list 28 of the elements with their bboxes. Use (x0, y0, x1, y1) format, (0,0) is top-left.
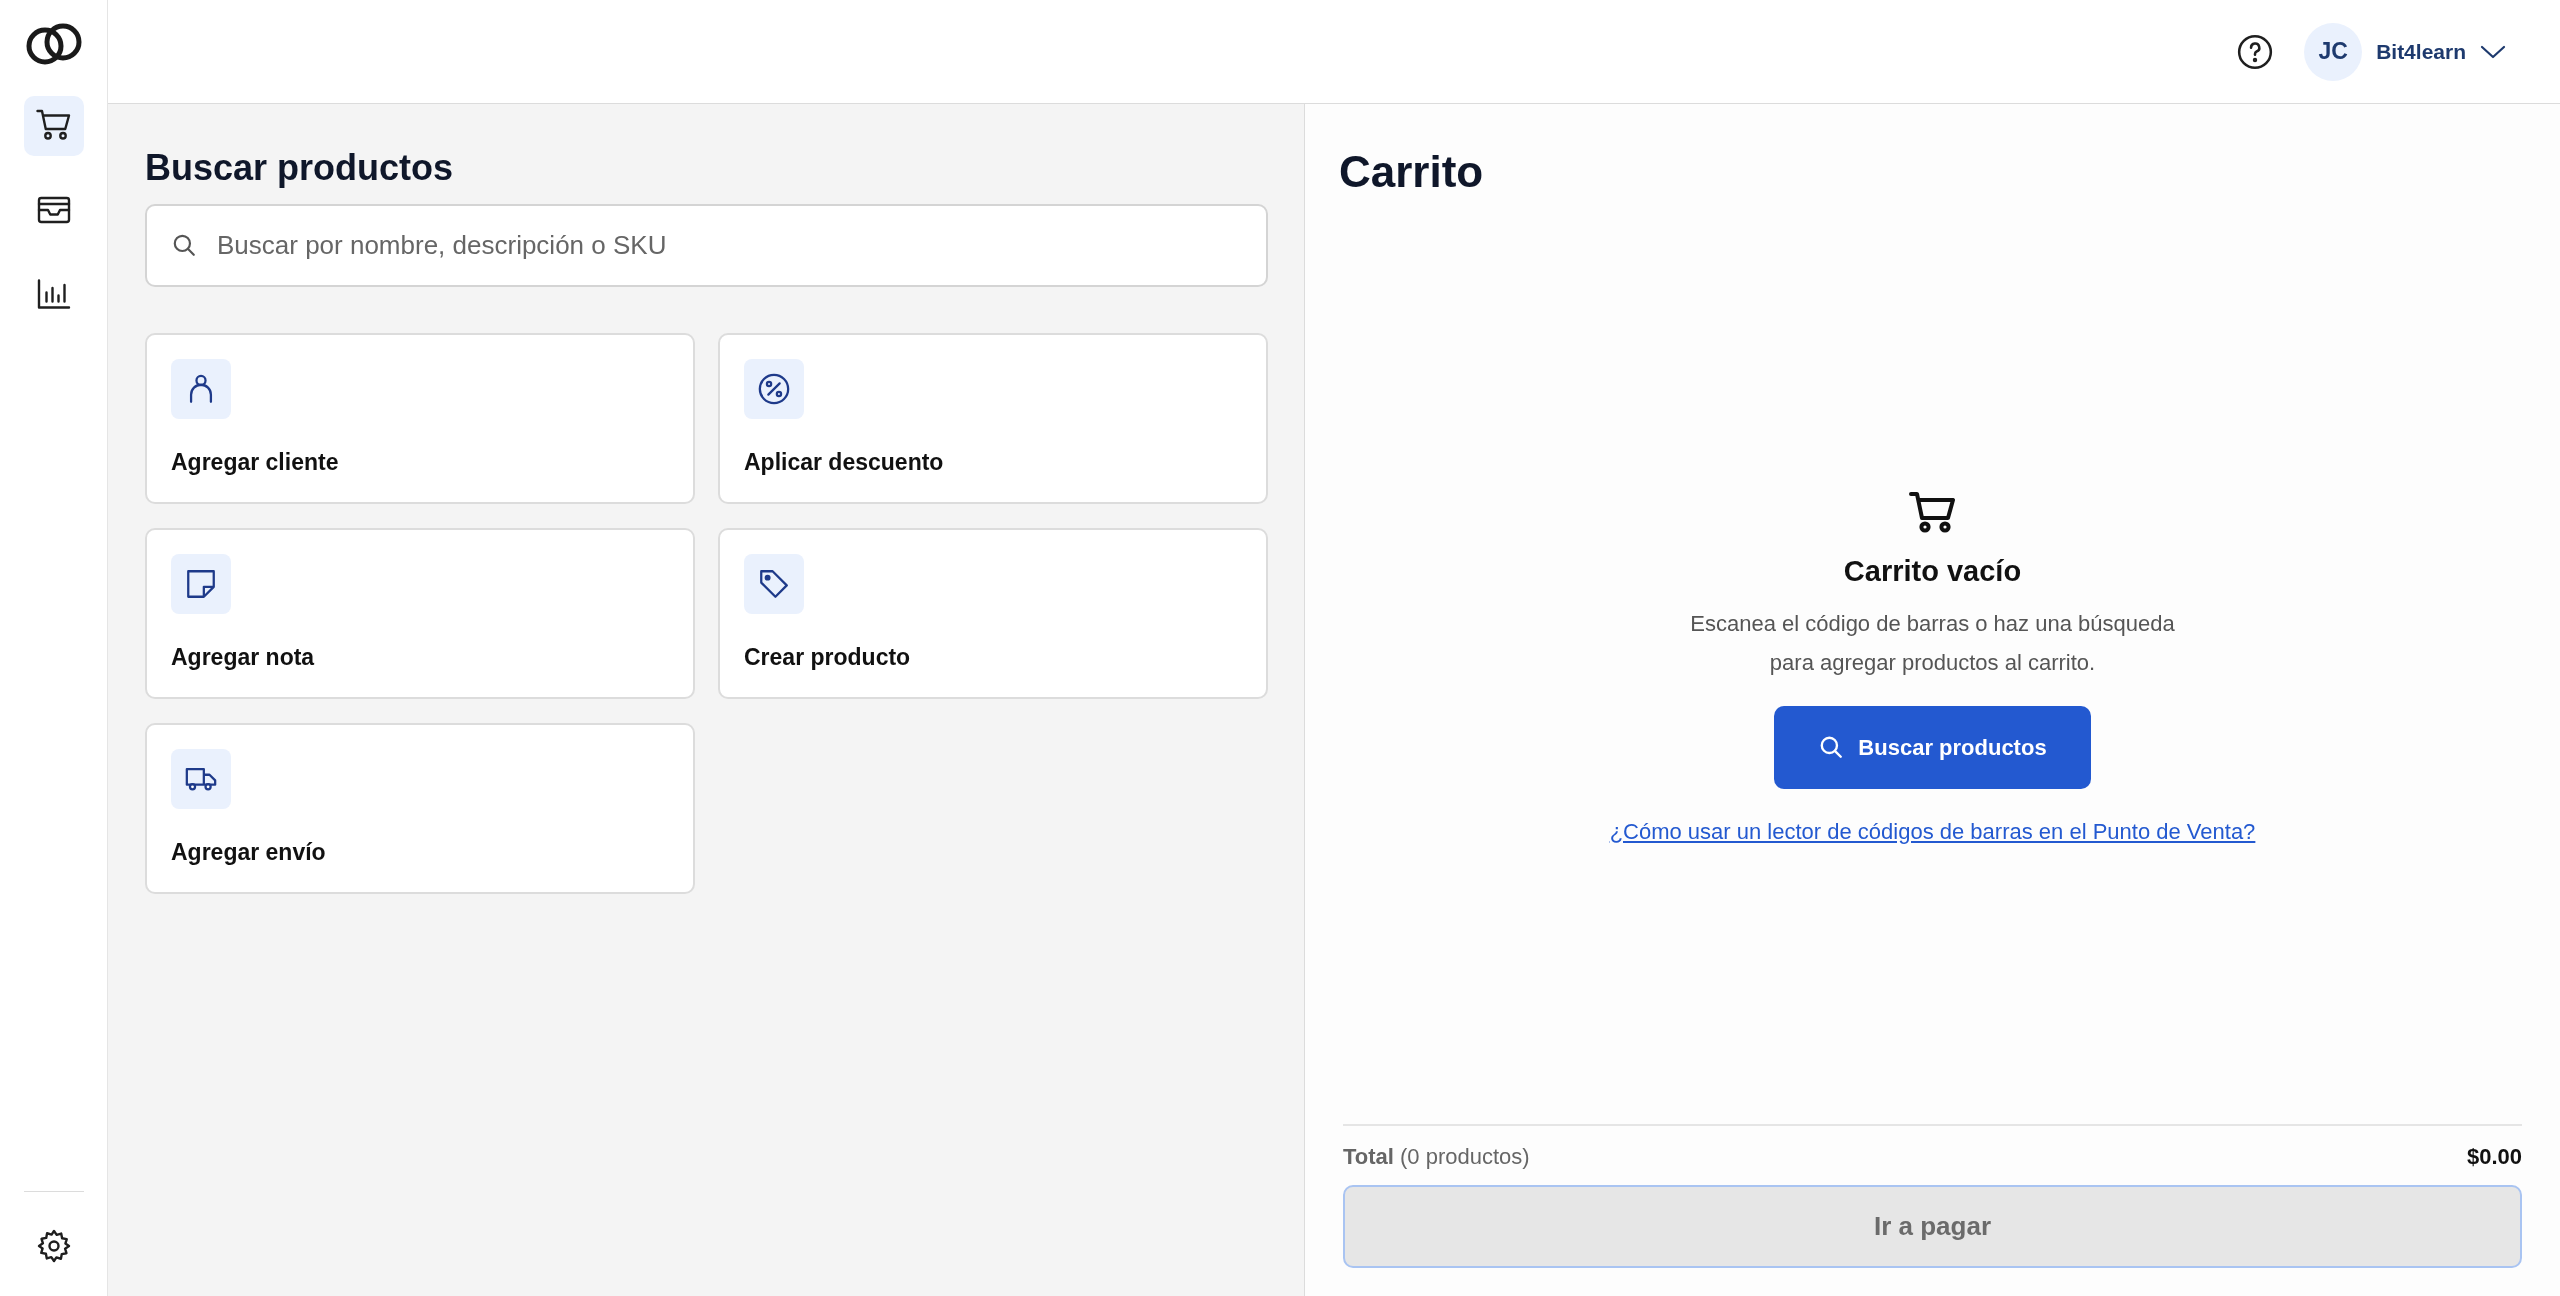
note-icon (184, 567, 218, 601)
total-value: $0.00 (2466, 1143, 2522, 1171)
empty-state-text: para agregar productos al carrito. (1769, 648, 2096, 677)
search-icon (1818, 734, 1845, 760)
bar-chart-icon (35, 276, 72, 312)
action-card[interactable]: Aplicar descuento (718, 333, 1268, 504)
settings-icon (35, 1228, 72, 1264)
total-label: Total (0 productos) (1343, 1143, 1530, 1171)
search-icon (171, 232, 197, 258)
percent-icon (757, 372, 791, 406)
help-icon[interactable] (2236, 32, 2275, 71)
search-field[interactable]: Buscar por nombre, descripción o SKU (145, 204, 1268, 287)
action-card[interactable]: Agregar cliente (145, 333, 695, 504)
cart-icon (1908, 490, 1957, 534)
action-card[interactable]: Crear producto (718, 528, 1268, 699)
empty-state-text: Escanea el código de barras o haz una búsqueda (1690, 609, 2175, 638)
sidebar-nav-button[interactable] (23, 96, 84, 156)
account-name[interactable]: Bit4learn (2376, 35, 2466, 68)
panel-title: Buscar productos (145, 146, 455, 190)
help-link[interactable]: ¿Cómo usar un lector de códigos de barras en el Punto de Venta? (1609, 814, 2256, 848)
user-avatar[interactable]: JC (2304, 22, 2363, 81)
empty-state-title: Carrito vacío (1843, 554, 2022, 589)
search-products-button[interactable]: Buscar productos (1774, 705, 2091, 789)
panel-title: Carrito (1339, 146, 1485, 198)
action-card[interactable]: Agregar envío (145, 723, 695, 894)
tag-icon (757, 567, 791, 601)
chevron-down-icon[interactable] (2480, 43, 2506, 60)
action-card[interactable]: Agregar nota (145, 528, 695, 699)
